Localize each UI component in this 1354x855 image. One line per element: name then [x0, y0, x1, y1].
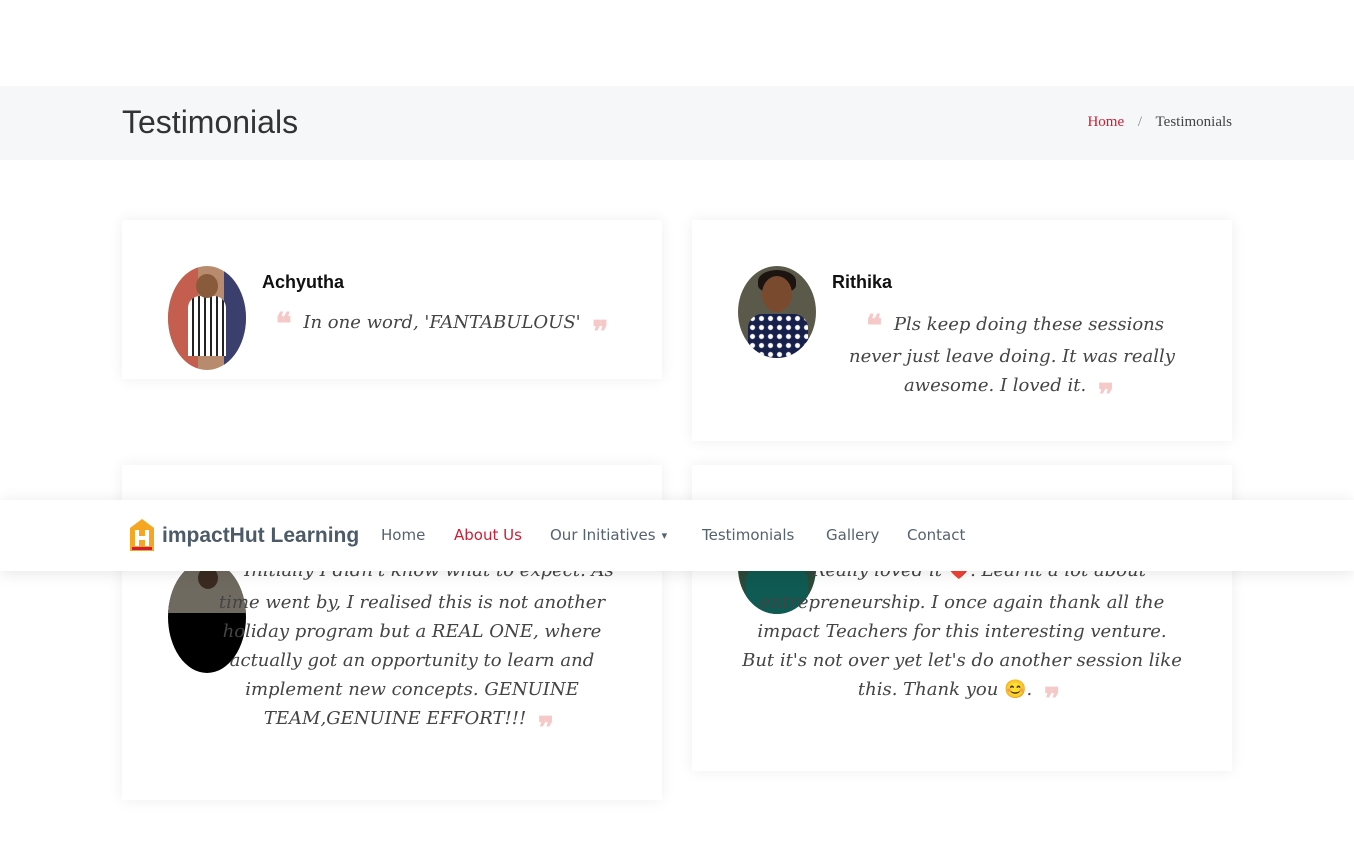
- breadcrumb: Home / Testimonials: [1087, 114, 1232, 131]
- quote-close-icon: ❞: [1043, 682, 1061, 717]
- testimonial-card: Rithika ❝ Pls keep doing these sessions …: [692, 220, 1232, 441]
- nav-home[interactable]: Home: [381, 526, 425, 544]
- quote-close-icon: ❞: [592, 315, 609, 350]
- avatar: [168, 266, 246, 370]
- testimonial-card: Achyutha ❝ In one word, 'FANTABULOUS' ❞: [122, 220, 662, 379]
- brand-name[interactable]: impactHut Learning: [162, 524, 359, 548]
- testimonial-quote: ❝ Initially I didn't know what to expect…: [202, 556, 622, 744]
- quote-close-icon: ❞: [1097, 378, 1115, 413]
- quote-open-icon: ❝: [865, 309, 883, 344]
- testimonial-name: Achyutha: [262, 272, 345, 292]
- breadcrumb-home-link[interactable]: Home: [1087, 114, 1124, 130]
- testimonial-text: Initially I didn't know what to expect. …: [218, 560, 614, 729]
- chevron-down-icon: ▾: [661, 529, 668, 542]
- navbar: impactHut Learning Home About Us Our Ini…: [0, 500, 1354, 571]
- testimonial-text: In one word, 'FANTABULOUS': [303, 312, 581, 333]
- testimonial-text: Pls keep doing these sessions never just…: [849, 314, 1175, 396]
- breadcrumb-current: Testimonials: [1155, 114, 1232, 130]
- testimonial-text: . Learnt a lot about entrepreneurship. I…: [742, 560, 1182, 700]
- page-title: Testimonials: [122, 104, 299, 140]
- nav-contact[interactable]: Contact: [907, 526, 965, 544]
- nav-gallery[interactable]: Gallery: [826, 526, 879, 544]
- nav-our-initiatives-label: Our Initiatives: [550, 526, 656, 544]
- testimonial-quote: ❝ In one word, 'FANTABULOUS' ❞: [252, 308, 632, 348]
- smile-emoji-icon: 😊: [1004, 679, 1027, 700]
- logo-icon[interactable]: [128, 518, 156, 552]
- avatar: [738, 266, 816, 358]
- quote-close-icon: ❞: [537, 711, 555, 746]
- breadcrumb-separator: /: [1137, 114, 1143, 130]
- testimonial-text-end: .: [1026, 679, 1033, 700]
- nav-testimonials[interactable]: Testimonials: [702, 526, 794, 544]
- testimonial-quote: ❝ Pls keep doing these sessions never ju…: [832, 310, 1192, 411]
- nav-about-us[interactable]: About Us: [454, 526, 522, 544]
- testimonial-name: Rithika: [832, 272, 893, 292]
- nav-our-initiatives[interactable]: Our Initiatives ▾: [550, 526, 667, 544]
- testimonial-quote: ❝ Really loved it ❤️. Learnt a lot about…: [742, 556, 1182, 715]
- quote-open-icon: ❝: [275, 307, 292, 342]
